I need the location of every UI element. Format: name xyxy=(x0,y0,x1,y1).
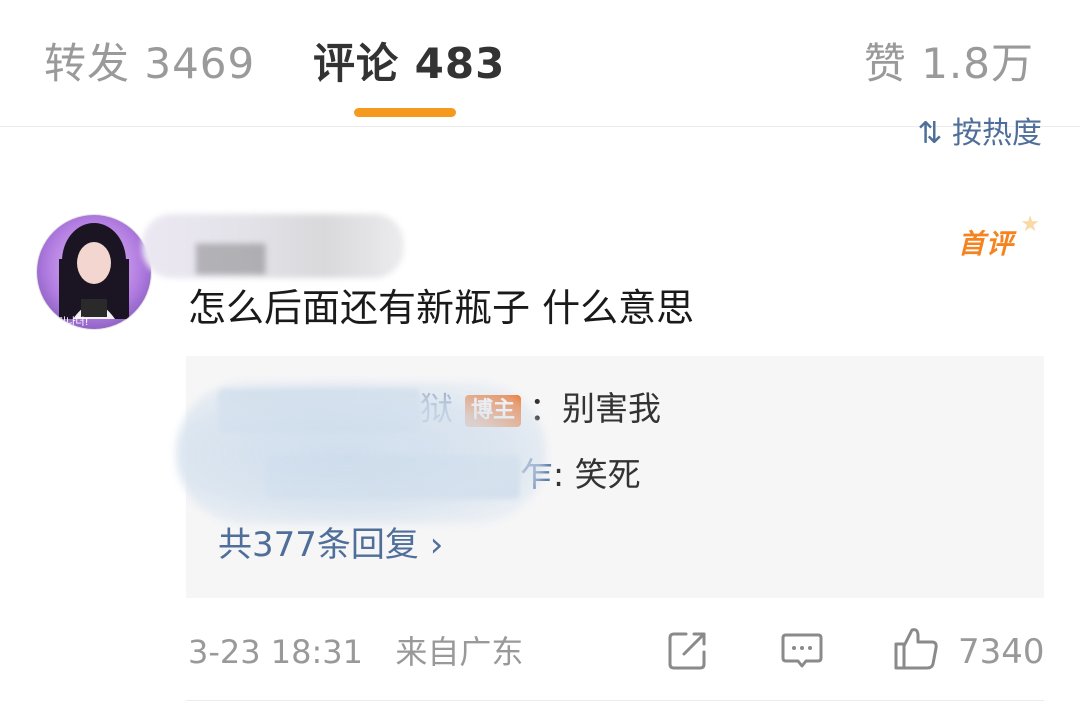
comment-time: 3-23 18:31 xyxy=(188,633,364,671)
thumbs-up-icon[interactable] xyxy=(892,624,940,672)
sort-by-hot-button[interactable]: ⇅ 按热度 xyxy=(917,110,1042,150)
username-redacted[interactable]: ▇▇▇ xyxy=(142,214,404,278)
first-comment-badge: 首评 ★ xyxy=(958,212,1040,260)
share-icon[interactable] xyxy=(666,628,710,672)
tab-like[interactable]: 赞 1.8万 xyxy=(864,36,1034,92)
view-more-replies-link[interactable]: 共377条回复 › xyxy=(218,522,443,568)
reply-username-redacted xyxy=(218,388,420,433)
reply-username-redacted xyxy=(266,454,520,499)
sort-label: 按热度 xyxy=(952,116,1042,150)
svg-text:리나더!: 리나더! xyxy=(57,316,89,328)
tab-repost[interactable]: 转发 3469 xyxy=(44,36,255,92)
comment-location: 来自广东 xyxy=(395,633,524,671)
avatar-image: 리나더! xyxy=(37,215,151,329)
sort-icon: ⇅ xyxy=(917,116,952,150)
comment-page: 转发 3469 评论 483 赞 1.8万 ⇅ 按热度 리나더! ▇▇▇ 首评 … xyxy=(0,0,1080,720)
comment-text: 怎么后面还有新瓶子 什么意思 xyxy=(188,286,695,330)
avatar[interactable]: 리나더! xyxy=(36,214,152,330)
star-icon: ★ xyxy=(1020,212,1040,237)
blogger-badge: 博主 xyxy=(465,394,522,427)
active-tab-indicator xyxy=(354,108,456,117)
comment-meta: 3-23 18:31 来自广东 xyxy=(188,630,523,674)
tab-comment[interactable]: 评论 483 xyxy=(313,36,505,92)
comment-icon[interactable] xyxy=(780,628,824,672)
reply-item[interactable]: 狱博主 ：别害我 xyxy=(186,384,661,434)
like-count: 7340 xyxy=(958,632,1045,672)
comment-divider xyxy=(186,700,1044,701)
reply-item[interactable]: 乍: 笑死 xyxy=(186,450,641,500)
